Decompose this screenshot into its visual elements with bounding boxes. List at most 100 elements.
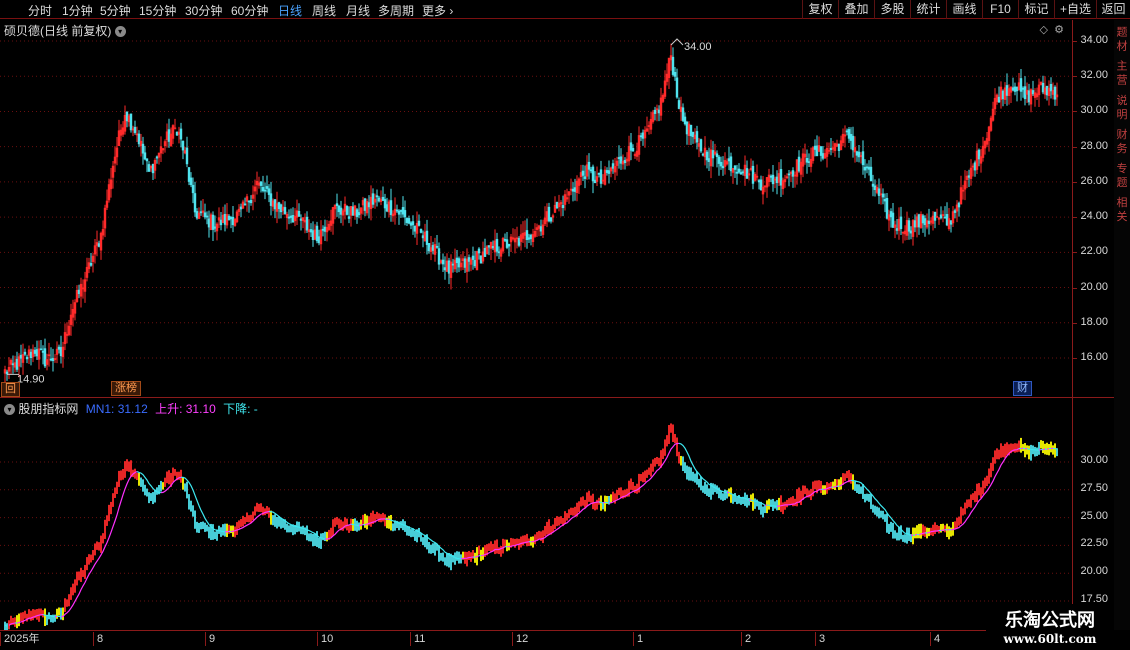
period-7[interactable]: 日线: [278, 2, 302, 19]
price-candle: [233, 218, 237, 227]
price-candle: [39, 340, 43, 351]
indicator-bar: [914, 527, 916, 539]
toolbar-button-3[interactable]: 多股: [874, 0, 910, 19]
price-candle: [353, 204, 357, 220]
indicator-bar: [244, 517, 246, 525]
indicator-bar: [864, 493, 866, 503]
indicator-axis-label: 20.00: [1080, 565, 1108, 578]
period-5[interactable]: 30分钟: [185, 2, 222, 19]
indicator-bar: [798, 487, 800, 503]
indicator-bar: [382, 512, 384, 522]
period-9[interactable]: 月线: [346, 2, 370, 19]
price-candle: [291, 207, 295, 223]
period-8[interactable]: 周线: [312, 2, 336, 19]
indicator-bar: [674, 434, 676, 444]
indicator-bar: [312, 533, 314, 547]
back-tag[interactable]: 回: [1, 382, 20, 397]
indicator-bar: [878, 507, 880, 519]
period-3[interactable]: 5分钟: [100, 2, 131, 19]
price-candle: [201, 198, 205, 218]
toolbar-button-4[interactable]: 统计: [910, 0, 946, 19]
indicator-bar: [100, 535, 102, 553]
indicator-bar: [342, 521, 344, 531]
indicator-bar: [906, 527, 908, 544]
price-candle: [63, 323, 67, 351]
price-candle: [523, 220, 527, 248]
right-info-strip[interactable]: 题材 主营 说明 财务 专题 相关: [1114, 20, 1130, 630]
price-candle: [149, 165, 153, 172]
price-candle: [737, 163, 741, 174]
date-axis-label: 2: [741, 632, 751, 646]
indicator-bar: [854, 481, 856, 491]
indicator-bar: [82, 570, 84, 577]
price-candle: [37, 340, 41, 370]
indicator-bar: [596, 499, 598, 510]
price-candle: [309, 223, 313, 237]
toolbar-button-2[interactable]: 叠加: [838, 0, 874, 19]
indicator-bar: [538, 530, 540, 540]
period-6[interactable]: 60分钟: [231, 2, 268, 19]
indicator-bar: [772, 498, 774, 511]
indicator-bar: [726, 490, 728, 499]
price-candle: [443, 256, 447, 280]
price-candle: [865, 163, 869, 174]
price-candle: [751, 160, 755, 190]
period-10[interactable]: 多周期: [378, 2, 414, 19]
price-candle: [987, 125, 991, 152]
indicator-bar: [376, 511, 378, 520]
price-candle: [779, 159, 783, 197]
period-11[interactable]: 更多 ›: [422, 2, 453, 19]
indicator-bar: [220, 527, 222, 537]
price-candle: [211, 211, 215, 241]
price-candle: [761, 175, 765, 205]
indicator-bar: [32, 609, 34, 621]
toolbar-button-1[interactable]: 复权: [802, 0, 838, 19]
finance-tag[interactable]: 财: [1013, 381, 1032, 396]
indicator-bar: [974, 491, 976, 503]
price-candle: [49, 347, 53, 362]
indicator-bar: [500, 546, 502, 557]
toolbar-button-6[interactable]: F10: [982, 0, 1018, 19]
indicator-bar: [302, 525, 304, 535]
price-candle: [677, 97, 681, 110]
indicator-bar: [404, 521, 406, 532]
price-candle: [547, 202, 551, 223]
toolbar-button-8[interactable]: +自选: [1054, 0, 1096, 19]
indicator-bar: [998, 449, 1000, 460]
price-candle: [691, 131, 695, 144]
toolbar-button-7[interactable]: 标记: [1018, 0, 1054, 19]
indicator-bar: [72, 583, 74, 596]
zhangbang-tag[interactable]: 涨榜: [111, 381, 141, 396]
price-candle: [247, 200, 251, 213]
indicator-bar: [800, 490, 802, 506]
indicator-bar: [1020, 437, 1022, 453]
indicator-bar: [820, 480, 822, 494]
price-candle: [719, 156, 723, 170]
period-4[interactable]: 15分钟: [139, 2, 176, 19]
indicator-bar: [694, 473, 696, 483]
indicator-panel[interactable]: ▾ 股朋指标网 MN1: 31.12 上升: 31.10 下降: -: [0, 397, 1072, 631]
price-candle: [117, 119, 121, 147]
indicator-bar: [188, 494, 190, 510]
indicator-bar: [686, 465, 688, 480]
period-1[interactable]: 分时: [28, 2, 52, 19]
price-candle: [225, 203, 229, 229]
indicator-bar: [236, 522, 238, 535]
indicator-bar: [174, 469, 176, 476]
price-candle: [19, 344, 23, 368]
price-candle: [171, 124, 175, 145]
price-candle: [57, 344, 61, 354]
price-candle: [1039, 81, 1043, 86]
price-candle: [69, 303, 73, 336]
price-candle: [979, 148, 983, 173]
price-candle: [989, 115, 993, 132]
toolbar-button-5[interactable]: 画线: [946, 0, 982, 19]
indicator-bar: [976, 483, 978, 502]
indicator-bar: [734, 493, 736, 502]
price-candle: [991, 101, 995, 122]
toolbar-button-9[interactable]: 返回: [1096, 0, 1130, 19]
indicator-bar: [964, 502, 966, 515]
price-candle: [463, 256, 467, 273]
price-chart-panel[interactable]: 硕贝德(日线 前复权) ▾ ◇ ⚙ 34.00 14.90 涨榜 财 回: [0, 20, 1072, 397]
period-2[interactable]: 1分钟: [62, 2, 93, 19]
